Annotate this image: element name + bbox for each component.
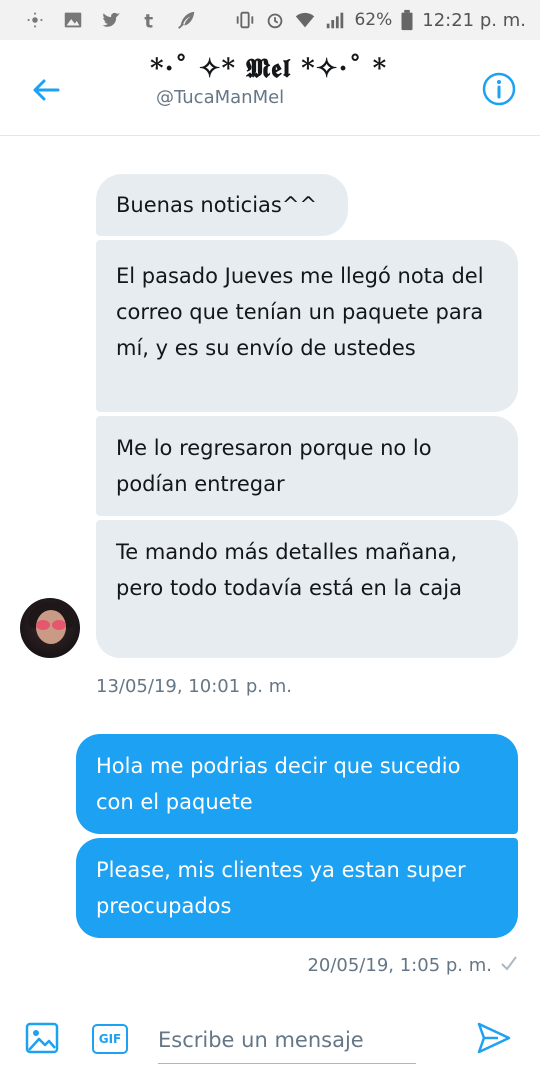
send-button[interactable] [474, 1018, 514, 1058]
message-list[interactable]: Buenas noticias^^ El pasado Jueves me ll… [0, 136, 540, 1006]
message-composer: GIF [0, 1006, 540, 1080]
svg-text:t: t [144, 11, 153, 31]
incoming-message[interactable]: El pasado Jueves me llegó nota del corre… [96, 240, 518, 412]
signal-icon [324, 9, 346, 31]
info-button[interactable] [480, 70, 518, 108]
conversation-title: *·˚ ✧* 𝕸𝖊𝖑 *✧·˚ * @TucaManMel [150, 54, 450, 108]
avatar-glasses-right [52, 620, 66, 630]
incoming-timestamp: 13/05/19, 10:01 p. m. [96, 676, 293, 697]
checkmark-icon [500, 954, 518, 977]
status-bar-right: 62% 12:21 p. m. [234, 9, 526, 31]
outgoing-timestamp-row: 20/05/19, 1:05 p. m. [307, 954, 518, 977]
conversation-name: *·˚ ✧* 𝕸𝖊𝖑 *✧·˚ * [150, 54, 388, 84]
clock: 12:21 p. m. [422, 9, 526, 31]
tumblr-icon: t [138, 9, 160, 31]
conversation-header: *·˚ ✧* 𝕸𝖊𝖑 *✧·˚ * @TucaManMel [0, 40, 540, 136]
status-bar-left: t [24, 9, 198, 31]
arrow-left-icon [33, 79, 60, 101]
incoming-message[interactable]: Te mando más detalles mañana, pero todo … [96, 520, 518, 658]
incoming-message[interactable]: Buenas noticias^^ [96, 174, 348, 236]
gallery-icon [62, 9, 84, 31]
wifi-icon [294, 9, 316, 31]
message-input[interactable] [158, 1016, 416, 1064]
brightness-icon [24, 9, 46, 31]
feather-icon [176, 9, 198, 31]
incoming-message[interactable]: Me lo regresaron porque no lo podían ent… [96, 416, 518, 516]
avatar[interactable] [20, 598, 80, 658]
outgoing-message[interactable]: Hola me podrias decir que sucedio con el… [76, 734, 518, 834]
status-bar: t 62% 12:21 p. m. [0, 0, 540, 40]
back-button[interactable] [26, 70, 66, 110]
send-icon [477, 1022, 511, 1054]
gif-button[interactable]: GIF [92, 1024, 128, 1054]
twitter-icon [100, 9, 122, 31]
outgoing-message[interactable]: Please, mis clientes ya estan super preo… [76, 838, 518, 938]
image-icon [25, 1022, 59, 1054]
outgoing-timestamp: 20/05/19, 1:05 p. m. [307, 955, 492, 976]
avatar-glasses-left [36, 620, 50, 630]
alarm-icon [264, 9, 286, 31]
battery-icon [400, 9, 414, 31]
add-image-button[interactable] [24, 1020, 60, 1056]
conversation-handle: @TucaManMel [156, 87, 285, 108]
battery-percent: 62% [354, 10, 393, 30]
vibrate-icon [234, 9, 256, 31]
info-icon [482, 72, 516, 106]
